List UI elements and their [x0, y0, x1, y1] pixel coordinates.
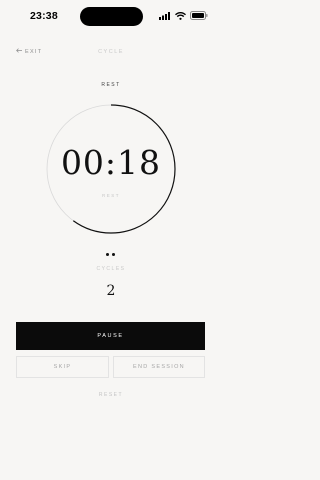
page-title: CYCLE [98, 49, 124, 55]
phase-label: REST [101, 82, 121, 88]
wifi-icon [175, 11, 186, 20]
skip-button[interactable]: SKIP [16, 356, 109, 378]
cycle-dot [112, 253, 115, 256]
timer-phase-sub-label: REST [101, 193, 120, 198]
end-session-button[interactable]: END SESSION [113, 356, 205, 378]
cycle-dot [106, 253, 109, 256]
status-bar: 23:38 [0, 0, 222, 34]
dynamic-island [80, 7, 143, 26]
timer-display: 00:18 [60, 143, 162, 182]
status-time: 23:38 [30, 10, 58, 22]
cycles-count: 2 [106, 283, 116, 299]
status-icons [159, 11, 208, 20]
cycle-dots [106, 253, 115, 256]
cycles-label: CYCLES [96, 266, 126, 272]
reset-button[interactable]: RESET [0, 392, 222, 398]
pause-button[interactable]: PAUSE [16, 322, 205, 350]
battery-icon [190, 11, 208, 20]
signal-icon [159, 11, 171, 20]
